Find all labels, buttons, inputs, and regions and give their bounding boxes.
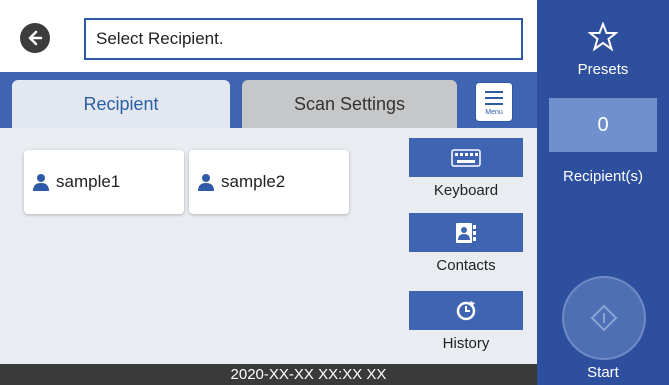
- history-label: History: [442, 335, 490, 352]
- tab-recipient[interactable]: Recipient: [12, 80, 230, 128]
- datetime-text: 2020-XX-XX XX:XX XX: [230, 366, 387, 383]
- menu-icon-line: [485, 96, 503, 99]
- menu-icon-line: [485, 90, 503, 93]
- recipient-card-sample2[interactable]: sample2: [189, 150, 349, 214]
- recipient-name: sample1: [56, 172, 121, 191]
- contacts-icon-box: [409, 213, 523, 252]
- recipient-count-value: 0: [597, 113, 609, 136]
- recipient-name: sample2: [221, 172, 286, 191]
- keyboard-icon: [451, 148, 481, 167]
- keyboard-label: Keyboard: [433, 182, 499, 199]
- start-label: Start: [587, 364, 619, 381]
- presets-label: Presets: [577, 61, 629, 78]
- history-button[interactable]: History: [409, 291, 523, 352]
- history-icon-box: [409, 291, 523, 330]
- recipient-card-sample1[interactable]: sample1: [24, 150, 184, 214]
- tab-recipient-label: Recipient: [83, 93, 159, 114]
- right-panel: Presets 0 Recipient(s) Start: [537, 0, 669, 385]
- history-icon: [456, 300, 476, 320]
- header: Select Recipient.: [0, 0, 537, 73]
- tab-scan-settings[interactable]: Scan Settings: [242, 80, 457, 128]
- recipient-input-text: Select Recipient.: [96, 29, 224, 48]
- person-icon: [33, 174, 49, 191]
- recipients-label: Recipient(s): [562, 168, 644, 185]
- contacts-label: Contacts: [436, 257, 496, 274]
- star-icon: [587, 21, 619, 52]
- menu-label: Menu: [485, 108, 503, 116]
- back-button[interactable]: [20, 23, 50, 53]
- keyboard-button[interactable]: Keyboard: [409, 138, 523, 199]
- recipient-count: 0: [549, 98, 657, 152]
- contacts-icon: [456, 222, 476, 243]
- contacts-button[interactable]: Contacts: [409, 213, 523, 274]
- menu-icon-line: [485, 102, 503, 105]
- menu-button[interactable]: Menu: [475, 82, 513, 122]
- keyboard-icon-box: [409, 138, 523, 177]
- recipient-input[interactable]: Select Recipient.: [84, 18, 523, 60]
- tab-scan-settings-label: Scan Settings: [293, 93, 406, 114]
- presets-button[interactable]: Presets: [537, 21, 669, 78]
- tab-bar: Recipient Scan Settings Menu: [0, 72, 537, 128]
- scan-to-email-screen: Select Recipient. Recipient Scan Setting…: [0, 0, 669, 385]
- start-button[interactable]: [562, 276, 646, 360]
- back-arrow-icon: [28, 30, 43, 46]
- start-diamond-icon: [590, 304, 618, 332]
- person-icon: [198, 174, 214, 191]
- status-bar: 2020-XX-XX XX:XX XX: [0, 364, 537, 385]
